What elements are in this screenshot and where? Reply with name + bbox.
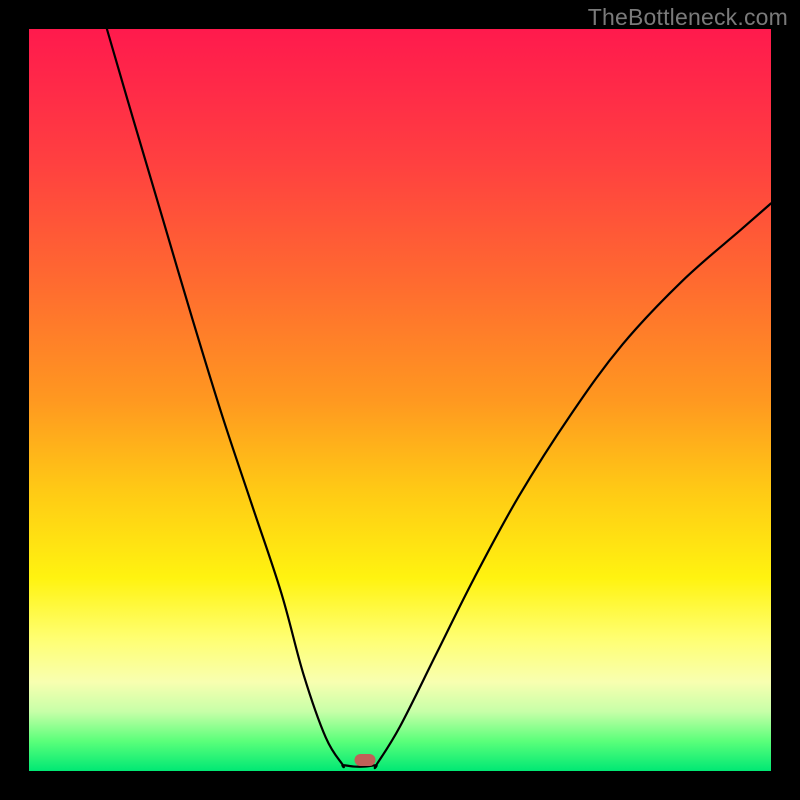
plot-area bbox=[29, 29, 771, 771]
chart-frame: TheBottleneck.com bbox=[0, 0, 800, 800]
bottleneck-curve bbox=[29, 29, 771, 771]
watermark-text: TheBottleneck.com bbox=[588, 4, 788, 31]
valley-marker bbox=[355, 754, 376, 766]
